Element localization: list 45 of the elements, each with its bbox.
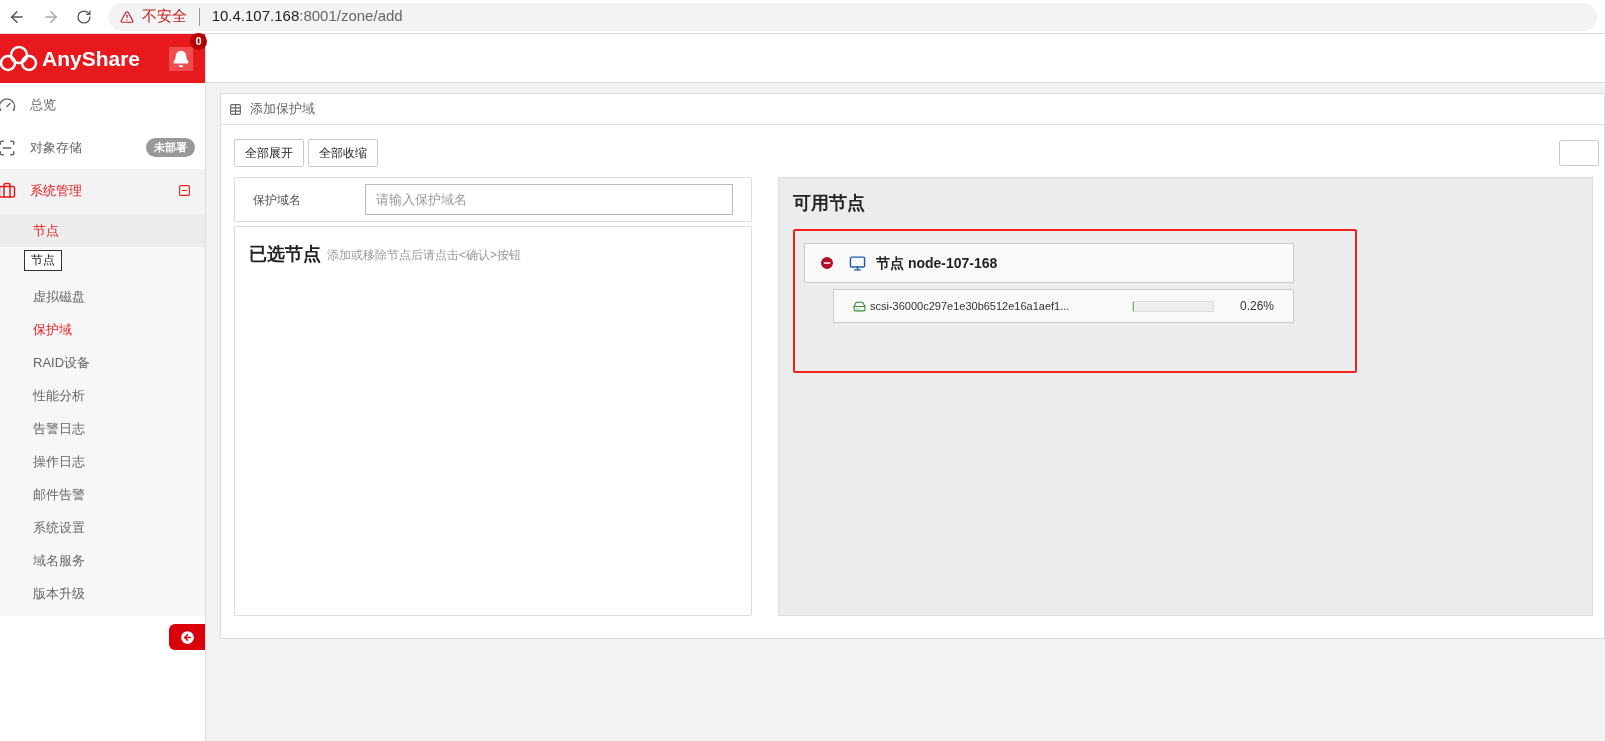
- submenu-item[interactable]: 节点: [0, 214, 205, 247]
- bell-icon: [172, 49, 190, 68]
- submenu-item[interactable]: 版本升级: [0, 577, 205, 610]
- notification-button[interactable]: [169, 46, 193, 71]
- disk-name: scsi-36000c297e1e30b6512e16a1aef1...: [870, 298, 1071, 314]
- toolbar-button[interactable]: 全部收缩: [308, 139, 378, 167]
- security-label: 不安全: [141, 6, 187, 27]
- url-text: 10.4.107.168:8001/zone/add: [211, 6, 403, 27]
- status-badge: 未部署: [146, 138, 195, 157]
- brand-name: AnyShare: [42, 45, 141, 72]
- usage-percent: 0.26%: [1239, 298, 1274, 315]
- toolbar-button[interactable]: 全部展开: [234, 139, 304, 167]
- submenu-item[interactable]: 性能分析: [0, 379, 205, 412]
- submenu-item[interactable]: RAID设备: [0, 346, 205, 379]
- frame-icon: [0, 138, 16, 157]
- node-row[interactable]: 节点 node-107-168: [804, 243, 1294, 283]
- submenu-item[interactable]: 邮件告警: [0, 478, 205, 511]
- submenu-item[interactable]: 域名服务: [0, 544, 205, 577]
- submenu-item[interactable]: 虚拟磁盘: [0, 280, 205, 313]
- disk-row[interactable]: scsi-36000c297e1e30b6512e16a1aef1... 0.26%: [833, 289, 1294, 323]
- submenu-item[interactable]: 操作日志: [0, 445, 205, 478]
- panel-title: 添加保护域: [250, 100, 315, 119]
- reload-icon[interactable]: [75, 8, 92, 25]
- section-title: 可用节点: [793, 192, 866, 215]
- submenu-item[interactable]: 系统设置: [0, 511, 205, 544]
- hint-text: 添加或移除节点后请点击<确认>按钮: [327, 247, 521, 264]
- sidebar-item[interactable]: 系统管理: [0, 169, 205, 212]
- toolbox-icon: [0, 181, 16, 200]
- table-icon: [229, 102, 242, 116]
- remove-icon[interactable]: [819, 255, 835, 271]
- node-name: 节点 node-107-168: [876, 253, 998, 273]
- monitor-icon: [849, 254, 866, 272]
- collapse-icon[interactable]: [178, 184, 191, 197]
- section-title: 已选节点: [249, 243, 321, 266]
- warning-icon: [119, 9, 134, 24]
- input-field[interactable]: 请输入保护域名: [365, 184, 733, 215]
- node-tooltip: 节点: [24, 250, 62, 271]
- gauge-icon: [0, 95, 16, 114]
- collapse-sidebar-button[interactable]: [169, 624, 205, 650]
- submenu-item[interactable]: 告警日志: [0, 412, 205, 445]
- address-bar[interactable]: 不安全 10.4.107.168:8001/zone/add: [107, 2, 1597, 31]
- cloud-logo-icon: [0, 43, 38, 74]
- submenu-item[interactable]: 保护域: [0, 313, 205, 346]
- field-label: 保护域名: [253, 191, 302, 209]
- arrow-left-icon: [178, 628, 196, 646]
